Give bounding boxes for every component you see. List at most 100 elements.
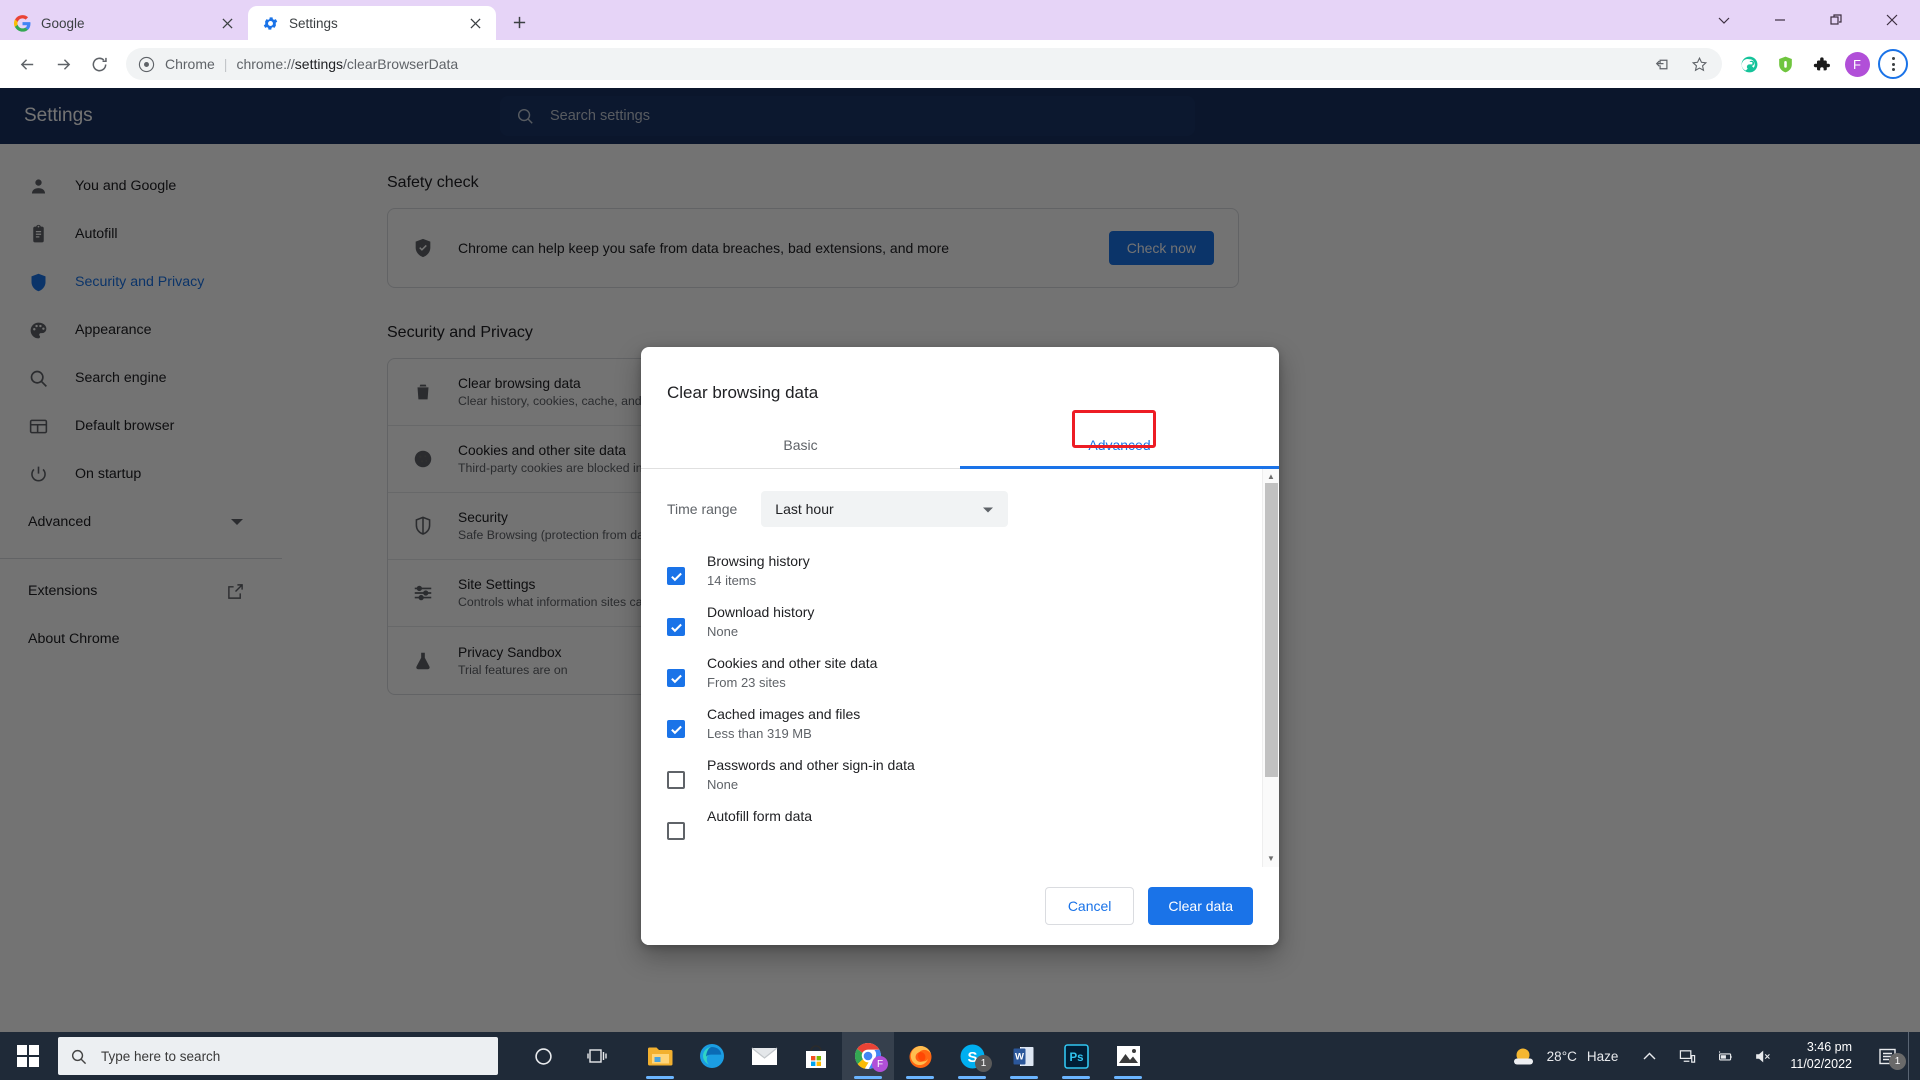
checkbox-cached-images[interactable] bbox=[667, 720, 685, 738]
battery-icon[interactable] bbox=[1706, 1032, 1744, 1080]
restore-icon[interactable] bbox=[1808, 0, 1864, 40]
three-dots-menu-icon[interactable] bbox=[1876, 47, 1910, 81]
taskbar-app-list: F S 1 W Ps bbox=[634, 1032, 1154, 1080]
grammarly-icon[interactable] bbox=[1732, 47, 1766, 81]
taskbar-search-placeholder: Type here to search bbox=[101, 1048, 221, 1064]
tab-title: Settings bbox=[289, 15, 338, 31]
svg-text:W: W bbox=[1015, 1051, 1024, 1062]
microsoft-word-icon[interactable]: W bbox=[998, 1032, 1050, 1080]
skype-icon[interactable]: S 1 bbox=[946, 1032, 998, 1080]
forward-icon[interactable] bbox=[46, 47, 80, 81]
browser-tab-settings[interactable]: Settings bbox=[248, 6, 496, 40]
share-icon[interactable] bbox=[1646, 47, 1680, 81]
checkbox-label: Cached images and files bbox=[707, 706, 861, 722]
tab-advanced[interactable]: Advanced bbox=[960, 423, 1279, 469]
photoshop-icon[interactable]: Ps bbox=[1050, 1032, 1102, 1080]
weather-temp: 28°C bbox=[1546, 1048, 1577, 1064]
scrollbar-thumb[interactable] bbox=[1265, 483, 1278, 777]
checkbox-sublabel: Less than 319 MB bbox=[707, 726, 812, 741]
clock-date: 11/02/2022 bbox=[1790, 1057, 1852, 1071]
cortana-circle-icon[interactable] bbox=[516, 1032, 570, 1080]
checkbox-label: Passwords and other sign-in data bbox=[707, 757, 915, 773]
profile-initial: F bbox=[1844, 51, 1870, 77]
window-controls bbox=[1696, 0, 1920, 40]
checkbox-browsing-history[interactable] bbox=[667, 567, 685, 585]
avatar[interactable]: F bbox=[1840, 47, 1874, 81]
clock-time: 3:46 pm bbox=[1806, 1040, 1852, 1054]
tab-basic[interactable]: Basic bbox=[641, 423, 960, 468]
volume-muted-icon[interactable] bbox=[1744, 1032, 1782, 1080]
list-item-browsing-history[interactable]: Browsing history 14 items bbox=[641, 553, 1279, 604]
scroll-down-arrow-icon[interactable]: ▼ bbox=[1267, 851, 1275, 867]
list-item-autofill-form-data[interactable]: Autofill form data bbox=[641, 808, 1279, 856]
puzzle-extensions-icon[interactable] bbox=[1804, 47, 1838, 81]
firefox-icon[interactable] bbox=[894, 1032, 946, 1080]
tab-strip: Google Settings bbox=[0, 0, 1920, 40]
checkbox-sublabel: None bbox=[707, 777, 739, 792]
search-icon bbox=[71, 1049, 87, 1064]
close-icon[interactable] bbox=[216, 12, 238, 34]
running-indicator bbox=[1010, 1076, 1038, 1079]
checkbox-sublabel: 14 items bbox=[707, 573, 757, 588]
chevron-up-icon[interactable] bbox=[1630, 1032, 1668, 1080]
close-icon[interactable] bbox=[1864, 0, 1920, 40]
browser-toolbar: Chrome | chrome://settings/clearBrowserD… bbox=[0, 40, 1920, 88]
browser-tab-google[interactable]: Google bbox=[0, 6, 248, 40]
cancel-button[interactable]: Cancel bbox=[1044, 887, 1135, 925]
running-indicator bbox=[958, 1076, 986, 1079]
chevron-down-icon[interactable] bbox=[1696, 0, 1752, 40]
network-icon[interactable] bbox=[1668, 1032, 1706, 1080]
checkbox-sublabel: From 23 sites bbox=[707, 675, 786, 690]
weather-widget[interactable]: 28°C Haze bbox=[1500, 1045, 1631, 1067]
system-tray: 28°C Haze 3:46 pm 11/02/2022 1 bbox=[1500, 1032, 1920, 1080]
clear-data-button[interactable]: Clear data bbox=[1148, 887, 1253, 925]
chrome-profile-badge: F bbox=[872, 1056, 888, 1072]
back-icon[interactable] bbox=[10, 47, 44, 81]
settings-page: Settings Search settings You and Google … bbox=[0, 88, 1920, 1032]
checkbox-label: Cookies and other site data bbox=[707, 655, 878, 671]
running-indicator bbox=[646, 1076, 674, 1079]
dialog-scrollbar[interactable]: ▲ ▼ bbox=[1262, 469, 1279, 867]
show-desktop-button[interactable] bbox=[1908, 1032, 1914, 1080]
running-indicator bbox=[1062, 1076, 1090, 1079]
omnibox-separator: | bbox=[223, 56, 228, 72]
dialog-tabs: Basic Advanced bbox=[641, 423, 1279, 469]
checkbox-cookies[interactable] bbox=[667, 669, 685, 687]
checkbox-label: Download history bbox=[707, 604, 815, 620]
pia-vpn-icon[interactable] bbox=[1768, 47, 1802, 81]
list-item-cached-images-and-files[interactable]: Cached images and files Less than 319 MB bbox=[641, 706, 1279, 757]
address-bar[interactable]: Chrome | chrome://settings/clearBrowserD… bbox=[126, 48, 1722, 80]
checkbox-passwords[interactable] bbox=[667, 771, 685, 789]
minimize-icon[interactable] bbox=[1752, 0, 1808, 40]
chrome-browser-window: Google Settings Chrome | chrome://settin… bbox=[0, 0, 1920, 1032]
notification-badge: 1 bbox=[1889, 1053, 1906, 1070]
taskbar-clock[interactable]: 3:46 pm 11/02/2022 bbox=[1782, 1039, 1866, 1073]
microsoft-edge-icon[interactable] bbox=[686, 1032, 738, 1080]
task-view-icon[interactable] bbox=[570, 1032, 624, 1080]
list-item-cookies-and-other-site-data[interactable]: Cookies and other site data From 23 site… bbox=[641, 655, 1279, 706]
mail-icon[interactable] bbox=[738, 1032, 790, 1080]
microsoft-store-icon[interactable] bbox=[790, 1032, 842, 1080]
dialog-scroll-area: Time range Last hour Browsing history 14… bbox=[641, 469, 1279, 867]
omnibox-actions bbox=[1646, 47, 1716, 81]
reload-icon[interactable] bbox=[82, 47, 116, 81]
file-explorer-icon[interactable] bbox=[634, 1032, 686, 1080]
checkbox-autofill[interactable] bbox=[667, 822, 685, 840]
windows-start-icon[interactable] bbox=[0, 1032, 56, 1080]
taskbar-search-input[interactable]: Type here to search bbox=[58, 1037, 498, 1075]
running-indicator bbox=[1114, 1076, 1142, 1079]
list-item-passwords[interactable]: Passwords and other sign-in data None bbox=[641, 757, 1279, 808]
time-range-select[interactable]: Last hour bbox=[761, 491, 1009, 527]
close-icon[interactable] bbox=[464, 12, 486, 34]
bookmark-star-icon[interactable] bbox=[1682, 47, 1716, 81]
time-range-label: Time range bbox=[667, 501, 738, 517]
checkbox-download-history[interactable] bbox=[667, 618, 685, 636]
new-tab-button[interactable] bbox=[504, 7, 534, 37]
action-center-icon[interactable]: 1 bbox=[1866, 1032, 1908, 1080]
google-chrome-icon[interactable]: F bbox=[842, 1032, 894, 1080]
photos-icon[interactable] bbox=[1102, 1032, 1154, 1080]
svg-text:Ps: Ps bbox=[1069, 1052, 1083, 1064]
windows-taskbar: Type here to search F S 1 W Ps 28°C Haze… bbox=[0, 1032, 1920, 1080]
list-item-download-history[interactable]: Download history None bbox=[641, 604, 1279, 655]
notification-badge: 1 bbox=[975, 1055, 992, 1072]
